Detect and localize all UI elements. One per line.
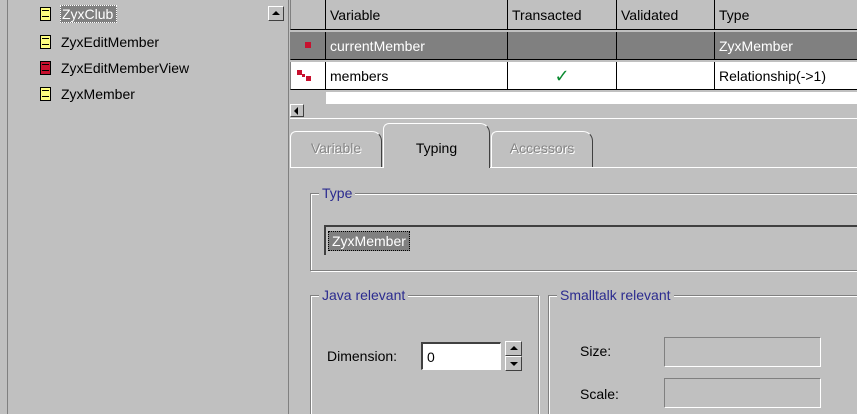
class-list-item-label: ZyxEditMember — [61, 34, 160, 50]
row-icon-cell[interactable] — [290, 32, 326, 60]
row-icon-cell[interactable] — [290, 62, 326, 90]
spin-up-icon[interactable] — [505, 341, 522, 356]
size-label: Size: — [580, 343, 612, 359]
type-field[interactable]: ZyxMember — [324, 225, 857, 255]
scale-label: Scale: — [580, 386, 619, 402]
table-cell-type[interactable]: ZyxMember — [715, 32, 857, 60]
table-cell-validated[interactable] — [617, 32, 715, 60]
tab-typing[interactable]: Typing — [383, 123, 490, 168]
column-header-validated[interactable]: Validated — [617, 0, 715, 30]
table-cell-variable[interactable]: members — [326, 62, 508, 90]
column-header-type[interactable]: Type — [715, 0, 857, 30]
class-view-icon — [40, 61, 51, 75]
class-list-item[interactable]: ZyxEditMemberView — [40, 58, 280, 78]
type-field-value: ZyxMember — [328, 231, 410, 251]
tab-divider — [290, 167, 857, 168]
table-cell-variable[interactable]: currentMember — [326, 32, 508, 60]
table-cell-type[interactable]: Relationship(->1) — [715, 62, 857, 90]
class-icon — [40, 7, 51, 21]
table-empty-area — [326, 92, 857, 104]
variable-table: Variable Transacted Validated Type curre… — [290, 0, 857, 113]
class-list-item-label: ZyxClub — [60, 5, 118, 23]
scroll-left-button[interactable] — [290, 104, 304, 117]
java-group-title: Java relevant — [319, 286, 409, 304]
dimension-label: Dimension: — [327, 348, 398, 364]
smalltalk-group-title: Smalltalk relevant — [557, 286, 674, 304]
scroll-up-button[interactable] — [268, 6, 284, 21]
column-header-variable[interactable]: Variable — [326, 0, 508, 30]
class-list-item[interactable]: ZyxClub — [40, 4, 280, 24]
relationship-icon — [297, 70, 319, 82]
type-group-title: Type — [319, 184, 356, 202]
dimension-value: 0 — [427, 349, 435, 365]
column-header-transacted[interactable]: Transacted — [508, 0, 617, 30]
dimension-spinner[interactable] — [505, 341, 522, 371]
tab-variable[interactable]: Variable — [290, 131, 382, 167]
class-list-item-label: ZyxMember — [61, 86, 135, 102]
class-icon — [40, 35, 51, 49]
class-icon — [40, 87, 51, 101]
class-list[interactable]: ZyxClub ZyxEditMember ZyxEditMemberView … — [7, 0, 289, 414]
row-header-corner — [290, 0, 326, 30]
class-list-item-label: ZyxEditMemberView — [61, 60, 190, 76]
table-cell-validated[interactable] — [617, 62, 715, 90]
attribute-icon — [305, 42, 311, 48]
size-field[interactable] — [664, 337, 821, 367]
class-list-item[interactable]: ZyxEditMember — [40, 32, 280, 52]
transacted-check-icon[interactable]: ✓ — [508, 62, 617, 90]
class-list-item[interactable]: ZyxMember — [40, 84, 280, 104]
tab-accessors[interactable]: Accessors — [491, 131, 593, 167]
spin-down-icon[interactable] — [505, 356, 522, 371]
dimension-field[interactable]: 0 — [421, 342, 501, 370]
scale-field[interactable] — [664, 378, 821, 408]
table-cell-transacted[interactable] — [508, 32, 617, 60]
